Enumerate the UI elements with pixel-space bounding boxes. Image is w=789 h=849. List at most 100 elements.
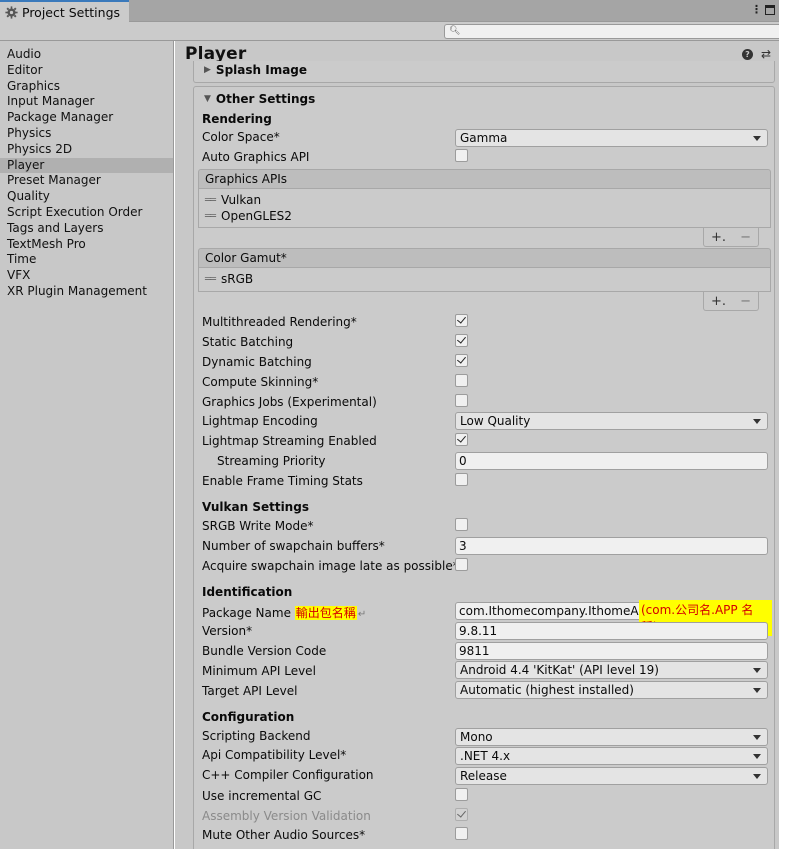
- sidebar-item-preset-manager[interactable]: Preset Manager: [0, 173, 173, 189]
- vulkan-settings-header: Vulkan Settings: [202, 500, 309, 514]
- identification-header: Identification: [202, 585, 293, 599]
- swapchain-buffers-field[interactable]: 3: [455, 537, 768, 555]
- window-titlebar: Project Settings ⋮: [0, 0, 779, 22]
- settings-sidebar: Audio Editor Graphics Input Manager Pack…: [0, 41, 174, 849]
- incremental-gc-row: Use incremental GC: [202, 788, 772, 806]
- version-field[interactable]: 9.8.11: [455, 622, 768, 640]
- graphics-apis-list-header: Graphics APIs: [198, 169, 771, 189]
- chevron-down-icon: [753, 735, 761, 740]
- expanded-triangle-icon: ▼: [204, 94, 211, 104]
- color-space-dropdown[interactable]: Gamma: [455, 129, 768, 147]
- collapsed-triangle-icon: ▶: [204, 65, 211, 75]
- lightmap-encoding-dropdown[interactable]: Low Quality: [455, 412, 768, 430]
- list-item[interactable]: ══ Vulkan: [205, 193, 261, 207]
- sidebar-item-script-execution-order[interactable]: Script Execution Order: [0, 205, 173, 221]
- annotation-highlight: 輸出包名稱: [294, 606, 357, 620]
- sidebar-item-player[interactable]: Player: [0, 157, 173, 174]
- graphics-jobs-checkbox[interactable]: [455, 394, 468, 407]
- sidebar-item-audio[interactable]: Audio: [0, 47, 173, 63]
- sidebar-item-textmesh-pro[interactable]: TextMesh Pro: [0, 237, 173, 253]
- auto-graphics-api-row: Auto Graphics API: [202, 149, 772, 167]
- multithreaded-rendering-checkbox[interactable]: [455, 314, 468, 327]
- lightmap-streaming-checkbox[interactable]: [455, 433, 468, 446]
- bundle-version-field[interactable]: 9811: [455, 642, 768, 660]
- remove-button[interactable]: −: [740, 230, 751, 245]
- cpp-compiler-dropdown[interactable]: Release: [455, 767, 768, 785]
- compute-skinning-row: Compute Skinning*: [202, 374, 772, 392]
- streaming-priority-field[interactable]: 0: [455, 452, 768, 470]
- mute-audio-checkbox[interactable]: [455, 827, 468, 840]
- api-compatibility-row: Api Compatibility Level* .NET 4.x: [202, 747, 772, 765]
- color-space-row: Color Space* Gamma: [202, 129, 772, 147]
- assembly-validation-row: Assembly Version Validation: [202, 808, 772, 826]
- add-button[interactable]: +.: [711, 230, 726, 245]
- list-item[interactable]: ══ sRGB: [205, 272, 253, 286]
- min-api-level-row: Minimum API Level Android 4.4 'KitKat' (…: [202, 661, 772, 679]
- return-mark: ↵: [357, 609, 367, 620]
- splash-image-foldout[interactable]: ▶ Splash Image: [204, 63, 307, 77]
- min-api-level-dropdown[interactable]: Android 4.4 'KitKat' (API level 19): [455, 661, 768, 679]
- toolbar: 🔍︎: [0, 22, 779, 41]
- sidebar-item-graphics[interactable]: Graphics: [0, 79, 173, 95]
- inspector-panel: Player ? ⇄ ▶ Splash Image ▼ Other Settin…: [175, 41, 779, 849]
- lightmap-encoding-row: Lightmap Encoding Low Quality: [202, 412, 772, 430]
- color-gamut-footer: +. −: [703, 292, 759, 311]
- drag-handle-icon[interactable]: ══: [205, 211, 216, 222]
- sidebar-item-editor[interactable]: Editor: [0, 63, 173, 79]
- maximize-icon[interactable]: [765, 5, 775, 15]
- sidebar-item-quality[interactable]: Quality: [0, 189, 173, 205]
- mute-audio-row: Mute Other Audio Sources*: [202, 827, 772, 845]
- static-batching-checkbox[interactable]: [455, 334, 468, 347]
- acquire-swapchain-row: Acquire swapchain image late as possible…: [202, 558, 772, 576]
- version-row: Version* 9.8.11: [202, 622, 772, 640]
- configuration-header: Configuration: [202, 710, 295, 724]
- list-item[interactable]: ══ OpenGLES2: [205, 209, 292, 223]
- swapchain-buffers-row: Number of swapchain buffers* 3: [202, 537, 772, 555]
- other-settings-foldout[interactable]: ▼ Other Settings: [204, 92, 315, 106]
- sidebar-item-tags-and-layers[interactable]: Tags and Layers: [0, 221, 173, 237]
- auto-graphics-api-checkbox[interactable]: [455, 149, 468, 162]
- project-settings-tab[interactable]: Project Settings: [0, 0, 129, 22]
- target-api-level-row: Target API Level Automatic (highest inst…: [202, 681, 772, 699]
- search-input[interactable]: 🔍︎: [444, 24, 779, 39]
- assembly-validation-checkbox: [455, 808, 468, 821]
- incremental-gc-checkbox[interactable]: [455, 788, 468, 801]
- package-name-label: Package Name: [202, 606, 291, 620]
- sidebar-item-input-manager[interactable]: Input Manager: [0, 94, 173, 110]
- sidebar-item-xr-plugin-management[interactable]: XR Plugin Management: [0, 284, 173, 300]
- graphics-apis-list: ══ Vulkan ══ OpenGLES2: [198, 189, 771, 228]
- chevron-down-icon: [753, 688, 761, 693]
- static-batching-row: Static Batching: [202, 334, 772, 352]
- api-compatibility-dropdown[interactable]: .NET 4.x: [455, 747, 768, 765]
- dynamic-batching-checkbox[interactable]: [455, 354, 468, 367]
- drag-handle-icon[interactable]: ══: [205, 274, 216, 285]
- color-gamut-list: ══ sRGB: [198, 268, 771, 292]
- acquire-swapchain-checkbox[interactable]: [455, 558, 468, 571]
- target-api-level-dropdown[interactable]: Automatic (highest installed): [455, 681, 768, 699]
- bundle-version-row: Bundle Version Code 9811: [202, 642, 772, 660]
- chevron-down-icon: [753, 774, 761, 779]
- srgb-write-mode-checkbox[interactable]: [455, 518, 468, 531]
- drag-handle-icon[interactable]: ══: [205, 195, 216, 206]
- help-icon[interactable]: ?: [741, 49, 753, 60]
- scripting-backend-dropdown[interactable]: Mono: [455, 728, 768, 746]
- sidebar-item-physics-2d[interactable]: Physics 2D: [0, 142, 173, 158]
- sidebar-item-time[interactable]: Time: [0, 252, 173, 268]
- graphics-apis-footer: +. −: [703, 228, 759, 247]
- frame-timing-row: Enable Frame Timing Stats: [202, 473, 772, 491]
- compute-skinning-checkbox[interactable]: [455, 374, 468, 387]
- sidebar-item-package-manager[interactable]: Package Manager: [0, 110, 173, 126]
- frame-timing-checkbox[interactable]: [455, 473, 468, 486]
- color-gamut-list-header: Color Gamut*: [198, 248, 771, 268]
- sidebar-item-physics[interactable]: Physics: [0, 126, 173, 142]
- srgb-write-mode-row: SRGB Write Mode*: [202, 518, 772, 536]
- remove-button[interactable]: −: [740, 294, 751, 309]
- sidebar-item-vfx[interactable]: VFX: [0, 268, 173, 284]
- presets-icon[interactable]: ⇄: [761, 48, 771, 60]
- graphics-jobs-row: Graphics Jobs (Experimental): [202, 394, 772, 412]
- kebab-menu-icon[interactable]: ⋮: [751, 3, 762, 16]
- package-name-row: Package Name 輸出包名稱 ↵ com.Ithomecompany.It…: [202, 600, 772, 636]
- cpp-compiler-row: C++ Compiler Configuration Release: [202, 767, 772, 785]
- streaming-priority-row: Streaming Priority 0: [202, 452, 772, 470]
- add-button[interactable]: +.: [711, 294, 726, 309]
